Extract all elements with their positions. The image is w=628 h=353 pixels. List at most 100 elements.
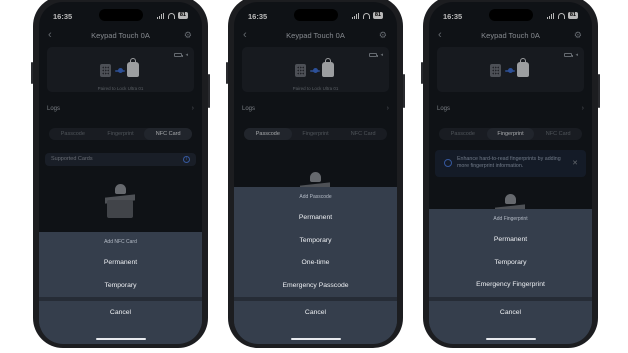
screen: 16:35 81 ‹ Keypad Touch 0A ⚙ ◂ Logs › Pa… <box>429 2 592 344</box>
speaker-icon: ◂ <box>185 52 188 58</box>
logs-label: Logs <box>242 106 256 112</box>
sheet-title: Add Fingerprint <box>493 216 528 222</box>
logs-row[interactable]: Logs › <box>47 105 194 117</box>
battery-icon <box>369 53 378 57</box>
speaker-icon: ◂ <box>380 52 383 58</box>
action-sheet: Add Passcode Permanent Temporary One-tim… <box>234 187 397 344</box>
battery-icon: 81 <box>372 12 383 19</box>
battery-icon <box>174 53 183 57</box>
logs-row[interactable]: Logs › <box>242 105 389 117</box>
tab-fingerprint[interactable]: Fingerprint <box>292 128 340 140</box>
status-time: 16:35 <box>248 12 268 21</box>
wifi-icon <box>167 12 175 19</box>
sheet-title: Add Passcode <box>299 194 332 200</box>
chevron-right-icon: › <box>386 105 389 112</box>
dynamic-island <box>98 9 143 21</box>
cancel-button[interactable]: Cancel <box>234 301 397 327</box>
option-temporary[interactable]: Temporary <box>234 230 397 253</box>
link-dot <box>508 68 513 73</box>
side-button <box>208 74 210 108</box>
phone-nfc: 16:35 81 ‹ Keypad Touch 0A ⚙ ◂ Paired to… <box>31 0 210 348</box>
fingerprint-tip-banner: Enhance hard-to-read fingerprints by add… <box>435 150 586 177</box>
tab-bar: Passcode Fingerprint NFC Card <box>49 128 193 140</box>
battery-icon <box>564 53 573 57</box>
tab-passcode[interactable]: Passcode <box>49 128 97 140</box>
screen: 16:35 81 ‹ Keypad Touch 0A ⚙ ◂ Paired to… <box>39 2 202 344</box>
signal-icon <box>156 12 165 19</box>
tab-nfc-card[interactable]: NFC Card <box>339 128 387 140</box>
close-icon[interactable]: ✕ <box>572 159 578 167</box>
option-emergency-fingerprint[interactable]: Emergency Fingerprint <box>429 274 592 297</box>
tab-passcode[interactable]: Passcode <box>244 128 292 140</box>
gear-icon[interactable]: ⚙ <box>379 30 387 41</box>
signal-icon <box>546 12 555 19</box>
sheet-title: Add NFC Card <box>104 239 137 245</box>
tab-nfc-card[interactable]: NFC Card <box>534 128 582 140</box>
battery-icon: 81 <box>567 12 578 19</box>
cancel-button[interactable]: Cancel <box>39 301 202 327</box>
wifi-icon <box>362 12 370 19</box>
nav-bar: ‹ Keypad Touch 0A ⚙ <box>39 29 202 43</box>
nav-bar: ‹ Keypad Touch 0A ⚙ <box>234 29 397 43</box>
dynamic-island <box>293 9 338 21</box>
phone-fingerprint: 16:35 81 ‹ Keypad Touch 0A ⚙ ◂ Logs › Pa… <box>421 0 600 348</box>
empty-box-icon <box>105 184 135 218</box>
page-title: Keypad Touch 0A <box>91 31 150 40</box>
status-time: 16:35 <box>53 12 73 21</box>
keypad-icon <box>490 64 501 77</box>
tab-fingerprint[interactable]: Fingerprint <box>486 128 535 140</box>
supported-cards-row[interactable]: Supported Cards i <box>45 153 196 166</box>
side-button <box>598 74 600 108</box>
gear-icon[interactable]: ⚙ <box>184 30 192 41</box>
option-permanent[interactable]: Permanent <box>39 252 202 275</box>
info-icon[interactable]: i <box>183 155 190 163</box>
device-card: ◂ Paired to Lock Ultra 01 <box>47 47 194 92</box>
tab-fingerprint[interactable]: Fingerprint <box>97 128 145 140</box>
tab-bar: Passcode Fingerprint NFC Card <box>439 128 582 140</box>
option-one-time[interactable]: One-time <box>234 252 397 275</box>
chevron-right-icon: › <box>191 105 194 112</box>
battery-icon: 81 <box>177 12 188 19</box>
home-indicator <box>485 338 536 340</box>
side-button <box>226 62 228 84</box>
action-sheet: Add NFC Card Permanent Temporary Cancel <box>39 232 202 344</box>
lock-icon <box>322 58 334 77</box>
tab-nfc-card[interactable]: NFC Card <box>144 128 193 140</box>
link-dot <box>313 68 318 73</box>
logs-row[interactable]: Logs › <box>437 105 584 117</box>
device-card: ◂ Paired to Lock Ultra 01 <box>242 47 389 92</box>
option-permanent[interactable]: Permanent <box>234 207 397 230</box>
nav-bar: ‹ Keypad Touch 0A ⚙ <box>429 29 592 43</box>
paired-label: Paired to Lock Ultra 01 <box>292 86 339 91</box>
screen: 16:35 81 ‹ Keypad Touch 0A ⚙ ◂ Paired to… <box>234 2 397 344</box>
dynamic-island <box>488 9 533 21</box>
option-emergency-passcode[interactable]: Emergency Passcode <box>234 275 397 298</box>
cancel-button[interactable]: Cancel <box>429 300 592 327</box>
phone-passcode: 16:35 81 ‹ Keypad Touch 0A ⚙ ◂ Paired to… <box>226 0 405 348</box>
option-temporary[interactable]: Temporary <box>39 275 202 298</box>
page-title: Keypad Touch 0A <box>286 31 345 40</box>
speaker-icon: ◂ <box>575 52 578 58</box>
fingerprint-icon <box>444 159 452 167</box>
option-permanent[interactable]: Permanent <box>429 229 592 252</box>
tab-passcode[interactable]: Passcode <box>439 128 487 140</box>
keypad-icon <box>295 64 306 77</box>
home-indicator <box>290 338 341 340</box>
option-temporary[interactable]: Temporary <box>429 252 592 275</box>
tab-bar: Passcode Fingerprint NFC Card <box>244 128 387 140</box>
supported-cards-label: Supported Cards <box>51 156 93 162</box>
side-button <box>421 62 423 84</box>
lock-icon <box>127 58 139 77</box>
side-button <box>31 62 33 84</box>
side-button <box>403 74 405 108</box>
status-time: 16:35 <box>443 12 463 21</box>
paired-label: Paired to Lock Ultra 01 <box>97 86 144 91</box>
lock-icon <box>517 58 529 77</box>
action-sheet: Add Fingerprint Permanent Temporary Emer… <box>429 209 592 344</box>
link-dot <box>118 68 123 73</box>
gear-icon[interactable]: ⚙ <box>574 30 582 41</box>
logs-label: Logs <box>47 106 61 112</box>
banner-text: Enhance hard-to-read fingerprints by add… <box>457 156 561 169</box>
home-indicator <box>95 338 146 340</box>
chevron-right-icon: › <box>581 105 584 112</box>
